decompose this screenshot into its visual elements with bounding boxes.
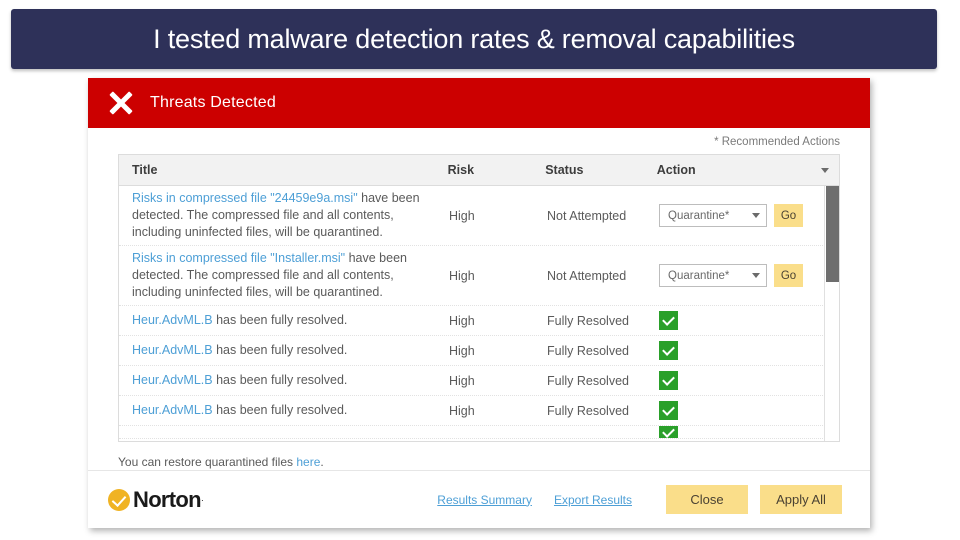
action-select[interactable]: Quarantine* <box>659 204 767 227</box>
chevron-down-icon <box>752 213 760 218</box>
chevron-down-icon <box>752 273 760 278</box>
resolved-check-icon[interactable] <box>659 401 678 420</box>
resolved-check-icon[interactable] <box>659 426 678 438</box>
footer-actions: Results Summary Export Results Close App… <box>437 485 842 514</box>
dialog-header: Threats Detected <box>88 78 870 128</box>
cell-risk: High <box>449 313 475 328</box>
norton-trademark: · <box>200 494 204 505</box>
recommended-actions-note: * Recommended Actions <box>714 136 840 148</box>
cell-action <box>659 401 824 420</box>
column-header-risk[interactable]: Risk <box>448 163 546 177</box>
cell-action: Quarantine* Go <box>659 204 824 227</box>
table-row-partial <box>119 426 839 439</box>
cell-action: Quarantine* Go <box>659 264 824 287</box>
headline-text: I tested malware detection rates & remov… <box>153 23 795 54</box>
go-button[interactable]: Go <box>774 264 803 287</box>
cell-risk: High <box>449 343 475 358</box>
results-summary-link[interactable]: Results Summary <box>437 493 532 507</box>
threat-x-icon <box>108 90 134 116</box>
headline-banner: I tested malware detection rates & remov… <box>11 9 937 69</box>
threat-name-link[interactable]: Heur.AdvML.B <box>132 343 213 357</box>
table-row: Heur.AdvML.B has been fully resolved. Hig… <box>119 336 839 366</box>
cell-title: Risks in compressed file "Installer.msi"… <box>119 250 449 301</box>
threat-name-link[interactable]: Risks in compressed file "24459e9a.msi" <box>132 191 358 205</box>
action-select-value: Quarantine* <box>668 209 730 222</box>
threat-name-link[interactable]: Heur.AdvML.B <box>132 373 213 387</box>
export-results-link[interactable]: Export Results <box>554 493 632 507</box>
column-header-status[interactable]: Status <box>545 163 657 177</box>
threat-description: has been fully resolved. <box>212 343 348 357</box>
cell-status: Not Attempted <box>547 208 627 223</box>
threat-name-link[interactable]: Risks in compressed file "Installer.msi" <box>132 251 345 265</box>
restore-note: You can restore quarantined files here. <box>88 442 870 469</box>
column-header-action[interactable]: Action <box>657 163 821 177</box>
threat-description: has been fully resolved. <box>212 373 348 387</box>
resolved-check-icon[interactable] <box>659 371 678 390</box>
table-row: Heur.AdvML.B has been fully resolved. Hig… <box>119 366 839 396</box>
dialog-footer: Norton · Results Summary Export Results … <box>88 470 870 528</box>
cell-risk: High <box>449 208 475 223</box>
table-row: Heur.AdvML.B has been fully resolved. Hig… <box>119 396 839 426</box>
restore-here-link[interactable]: here <box>296 455 320 469</box>
threats-table: Title Risk Status Action Risks in compre… <box>118 154 840 442</box>
action-select[interactable]: Quarantine* <box>659 264 767 287</box>
table-row: Risks in compressed file "Installer.msi"… <box>119 246 839 306</box>
cell-action <box>659 311 824 330</box>
chevron-down-icon <box>821 168 829 174</box>
cell-status: Fully Resolved <box>547 343 629 358</box>
resolved-check-icon[interactable] <box>659 341 678 360</box>
norton-logo: Norton · <box>108 487 204 513</box>
cell-risk: High <box>449 403 475 418</box>
cell-status: Fully Resolved <box>547 313 629 328</box>
cell-risk: High <box>449 268 475 283</box>
resolved-check-icon[interactable] <box>659 311 678 330</box>
cell-action <box>659 426 824 438</box>
threat-description: has been fully resolved. <box>212 313 348 327</box>
cell-status: Not Attempted <box>547 268 627 283</box>
table-row: Risks in compressed file "24459e9a.msi" … <box>119 186 839 246</box>
table-body: Risks in compressed file "24459e9a.msi" … <box>119 186 839 439</box>
restore-suffix: . <box>320 455 324 469</box>
go-button[interactable]: Go <box>774 204 803 227</box>
threat-name-link[interactable]: Heur.AdvML.B <box>132 313 213 327</box>
cell-title: Heur.AdvML.B has been fully resolved. <box>119 342 449 359</box>
cell-action <box>659 341 824 360</box>
column-header-title[interactable]: Title <box>119 163 448 177</box>
table-header-row: Title Risk Status Action <box>119 155 839 186</box>
cell-status: Fully Resolved <box>547 403 629 418</box>
column-sort-button[interactable] <box>821 163 839 177</box>
cell-action <box>659 371 824 390</box>
norton-check-badge-icon <box>108 488 130 511</box>
dialog-title: Threats Detected <box>150 94 276 111</box>
table-row: Heur.AdvML.B has been fully resolved. Hig… <box>119 306 839 336</box>
cell-risk: High <box>449 373 475 388</box>
table-scrollbar[interactable] <box>824 186 839 441</box>
threat-name-link[interactable]: Heur.AdvML.B <box>132 403 213 417</box>
threat-description: has been fully resolved. <box>212 403 348 417</box>
cell-status: Fully Resolved <box>547 373 629 388</box>
scrollbar-thumb[interactable] <box>826 186 839 282</box>
cell-title: Heur.AdvML.B has been fully resolved. <box>119 372 449 389</box>
threats-detected-dialog: Threats Detected * Recommended Actions T… <box>88 78 870 528</box>
cell-title: Heur.AdvML.B has been fully resolved. <box>119 402 449 419</box>
cell-title: Risks in compressed file "24459e9a.msi" … <box>119 190 449 241</box>
restore-prefix: You can restore quarantined files <box>118 455 297 469</box>
norton-wordmark: Norton <box>133 486 202 512</box>
close-button[interactable]: Close <box>666 485 748 514</box>
action-select-value: Quarantine* <box>668 269 730 282</box>
apply-all-button[interactable]: Apply All <box>760 485 842 514</box>
cell-title: Heur.AdvML.B has been fully resolved. <box>119 312 449 329</box>
